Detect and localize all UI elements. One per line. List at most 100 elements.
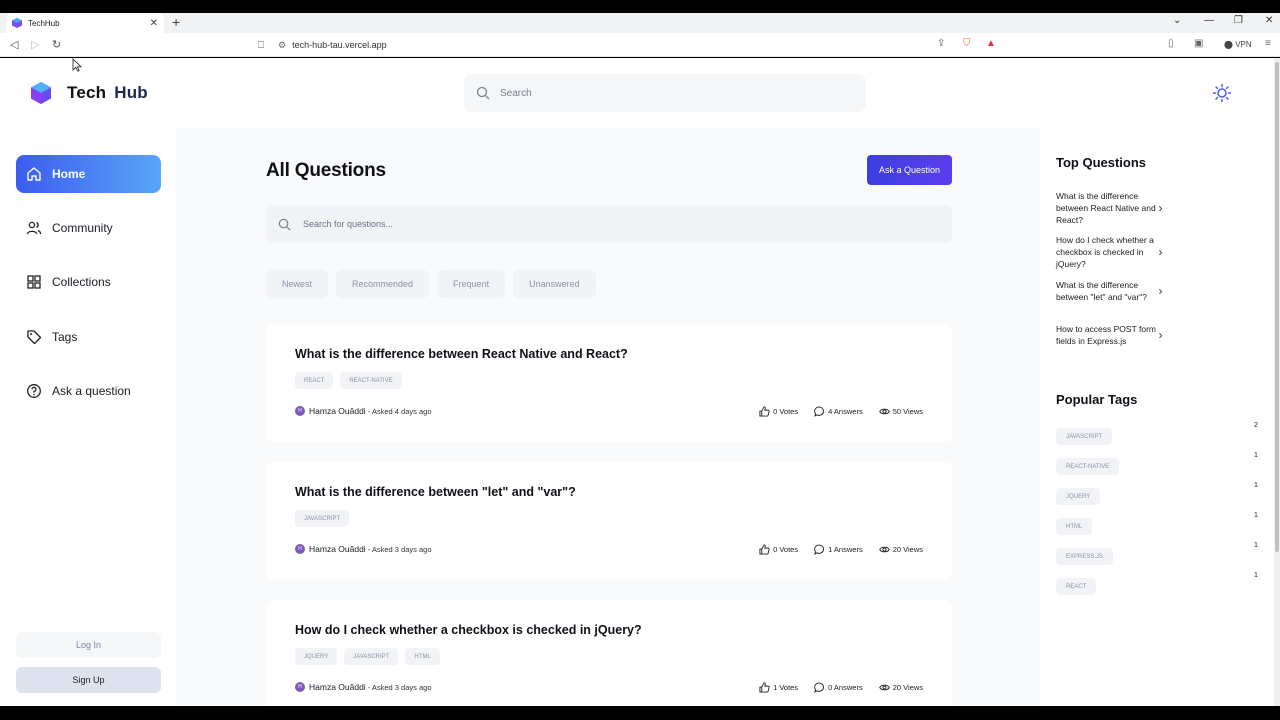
question-search[interactable]	[266, 205, 952, 243]
left-sidebar: Home Community Collections Tags Ask a qu…	[0, 128, 176, 706]
question-tag[interactable]: JQUERY	[295, 648, 338, 665]
sidebar-toggle-icon[interactable]: ▯	[1168, 38, 1174, 49]
tag-count: 2	[1254, 422, 1258, 429]
sidebar-item-community[interactable]: Community	[16, 209, 161, 247]
popular-tag[interactable]: HTML	[1056, 518, 1093, 535]
browser-tab[interactable]: TechHub ✕	[6, 13, 164, 33]
question-tag[interactable]: REACT-NATIVE	[340, 372, 402, 389]
sun-theme-icon[interactable]	[1212, 83, 1232, 103]
popular-tags-title: Popular Tags	[1056, 392, 1138, 407]
chevron-right-icon: ›	[1158, 245, 1163, 259]
popular-tag[interactable]: REACT	[1056, 578, 1097, 595]
global-search-input[interactable]	[500, 87, 800, 99]
question-stats: 0 Votes 4 Answers 50 Views	[743, 406, 923, 417]
top-question-item[interactable]: How to access POST form fields in Expres…	[1056, 323, 1261, 347]
menu-icon[interactable]: ≡	[1265, 38, 1271, 49]
message-icon	[814, 544, 825, 555]
brave-shield-icon[interactable]: ⛉	[963, 38, 971, 49]
wallet-icon[interactable]: ▣	[1194, 38, 1203, 49]
vpn-button[interactable]: ⬤ VPN	[1224, 40, 1252, 49]
restore-icon[interactable]: ❐	[1234, 15, 1243, 26]
votes-stat: 1 Votes	[759, 682, 798, 693]
top-question-item[interactable]: How do I check whether a checkbox is che…	[1056, 234, 1261, 270]
author-name: Hamza Ouâddi	[309, 406, 366, 416]
top-question-item[interactable]: What is the difference between "let" and…	[1056, 279, 1261, 303]
sidebar-item-home[interactable]: Home	[16, 155, 161, 193]
popular-tag[interactable]: JQUERY	[1056, 488, 1101, 505]
question-title[interactable]: What is the difference between "let" and…	[295, 485, 576, 499]
votes-stat: 0 Votes	[759, 544, 798, 555]
question-author[interactable]: H Hamza Ouâddi - Asked 3 days ago	[295, 544, 432, 554]
question-tag[interactable]: JAVASCRIPT	[344, 648, 399, 665]
question-author[interactable]: H Hamza Ouâddi - Asked 4 days ago	[295, 406, 432, 416]
page-scrollbar[interactable]	[1274, 58, 1280, 706]
top-question-item[interactable]: What is the difference between React Nat…	[1056, 190, 1261, 226]
sidebar-item-tags[interactable]: Tags	[16, 318, 161, 356]
message-icon	[814, 682, 825, 693]
mouse-cursor-icon	[72, 58, 82, 72]
tag-count: 1	[1254, 572, 1258, 579]
logo[interactable]: Tech Hub	[31, 82, 148, 104]
popular-tag[interactable]: EXPRESS.JS	[1056, 548, 1114, 565]
brave-rewards-icon[interactable]: ▲	[986, 38, 996, 49]
question-tags: JAVASCRIPT	[295, 510, 356, 527]
tab-search-chevron-icon[interactable]: ⌄	[1173, 15, 1181, 26]
close-window-icon[interactable]: ✕	[1265, 15, 1273, 26]
answers-stat: 0 Answers	[814, 682, 863, 693]
question-title[interactable]: What is the difference between React Nat…	[295, 347, 628, 361]
filter-recommended[interactable]: Recommended	[336, 270, 430, 298]
question-card: What is the difference between "let" and…	[266, 462, 952, 580]
question-tag[interactable]: HTML	[405, 648, 440, 665]
eye-icon	[878, 684, 890, 691]
question-tag[interactable]: REACT	[295, 372, 334, 389]
filter-newest[interactable]: Newest	[266, 270, 329, 298]
forward-icon[interactable]: ▷	[31, 38, 39, 51]
avatar: H	[295, 544, 305, 554]
popular-tag[interactable]: REACT-NATIVE	[1056, 458, 1120, 475]
chevron-right-icon: ›	[1158, 284, 1163, 298]
sidebar-item-ask-question[interactable]: Ask a question	[16, 372, 161, 410]
thumbs-up-icon	[759, 544, 770, 555]
question-tag[interactable]: JAVASCRIPT	[295, 510, 350, 527]
filter-unanswered[interactable]: Unanswered	[513, 270, 596, 298]
users-icon	[26, 221, 42, 235]
sidebar-item-label: Tags	[52, 330, 78, 344]
reload-icon[interactable]: ↻	[52, 38, 61, 51]
new-tab-icon[interactable]: +	[172, 14, 180, 30]
sidebar-item-label: Collections	[52, 275, 111, 289]
ask-question-button[interactable]: Ask a Question	[867, 155, 952, 185]
filter-tabs: Newest Recommended Frequent Unanswered	[266, 270, 604, 298]
login-button[interactable]: Log In	[16, 632, 161, 658]
popular-tag[interactable]: JAVASCRIPT	[1056, 428, 1113, 445]
question-title[interactable]: How do I check whether a checkbox is che…	[295, 623, 642, 637]
question-circle-icon	[27, 384, 41, 398]
question-search-input[interactable]	[303, 219, 803, 229]
popular-tag-row: JQUERY 1	[1056, 482, 1258, 505]
logo-text-hub: Hub	[114, 83, 148, 102]
share-icon[interactable]: ⇪	[937, 38, 945, 49]
asked-time: - Asked 4 days ago	[367, 406, 432, 416]
top-question-text: What is the difference between React Nat…	[1056, 191, 1156, 225]
question-author[interactable]: H Hamza Ouâddi - Asked 3 days ago	[295, 682, 432, 692]
question-stats: 0 Votes 1 Answers 20 Views	[743, 544, 923, 555]
author-name: Hamza Ouâddi	[309, 544, 366, 554]
views-stat: 20 Views	[878, 682, 923, 693]
signup-button[interactable]: Sign Up	[16, 667, 161, 693]
sidebar-item-collections[interactable]: Collections	[16, 263, 161, 301]
address-bar[interactable]: ⎕ ⚙ tech-hub-tau.vercel.app	[258, 35, 1010, 55]
top-questions-title: Top Questions	[1056, 155, 1147, 170]
author-name: Hamza Ouâddi	[309, 682, 366, 692]
minimize-icon[interactable]: —	[1204, 15, 1214, 26]
close-tab-icon[interactable]: ✕	[150, 18, 158, 29]
votes-count: 0 Votes	[773, 545, 799, 554]
filter-frequent[interactable]: Frequent	[437, 270, 506, 298]
global-search[interactable]	[464, 74, 866, 112]
page: TechHub Home Community Collect	[0, 58, 1280, 706]
question-card: How do I check whether a checkbox is che…	[266, 600, 952, 706]
search-icon	[476, 86, 490, 100]
bookmark-icon[interactable]: ⎕	[258, 40, 264, 51]
grid-icon	[27, 275, 41, 289]
scrollbar-thumb[interactable]	[1275, 62, 1279, 552]
back-icon[interactable]: ◁	[10, 38, 18, 51]
site-settings-icon[interactable]: ⚙	[278, 40, 286, 51]
